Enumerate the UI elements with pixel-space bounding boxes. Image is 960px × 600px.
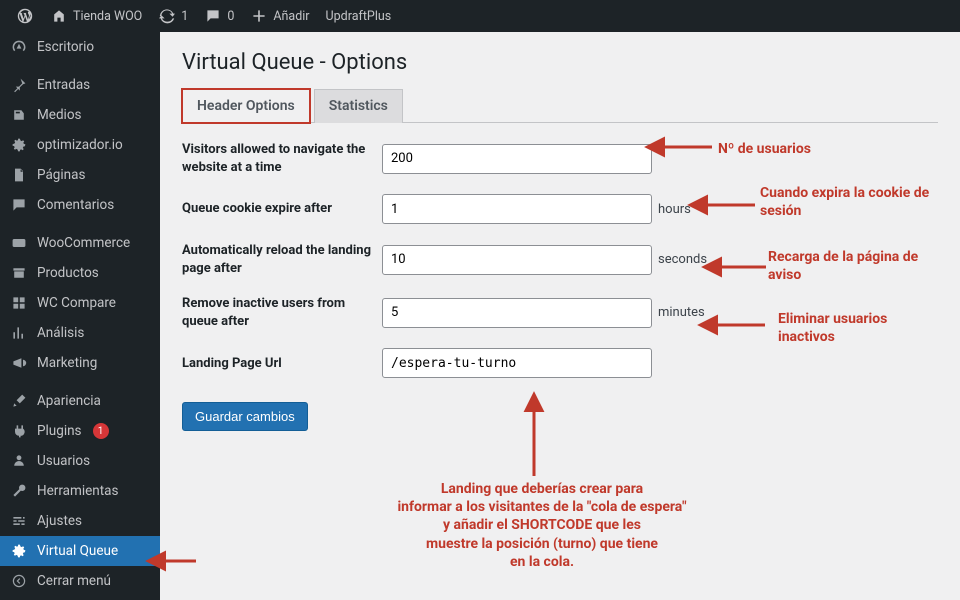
adminbar: Tienda WOO 1 0 Añadir UpdraftPlus (0, 0, 960, 32)
add-label: Añadir (273, 9, 309, 24)
sidebar-item-label: Medios (37, 107, 82, 123)
sidebar-item-label: WC Compare (37, 295, 116, 311)
sidebar-item-label: optimizador.io (37, 137, 123, 153)
sidebar-item-label: Páginas (37, 167, 85, 183)
sidebar-item-label: Plugins (37, 423, 82, 439)
unit-reload: seconds (658, 252, 707, 267)
page-icon (10, 166, 28, 184)
label-inactive: Remove inactive users from queue after (182, 295, 382, 330)
gear-icon (10, 542, 28, 560)
page-title: Virtual Queue - Options (182, 50, 938, 75)
nav-tabs: Header Options Statistics (182, 89, 938, 123)
sidebar-item-label: Apariencia (37, 393, 101, 409)
wrench-icon (10, 482, 28, 500)
plus-icon (250, 7, 268, 25)
admin-sidebar: Escritorio Entradas Medios optimizador.i… (0, 32, 160, 600)
sidebar-item-users[interactable]: Usuarios (0, 446, 160, 476)
sidebar-item-analytics[interactable]: Análisis (0, 318, 160, 348)
input-cookie[interactable] (382, 194, 652, 224)
pin-icon (10, 76, 28, 94)
sidebar-item-wc-compare[interactable]: WC Compare (0, 288, 160, 318)
grid-icon (10, 294, 28, 312)
row-inactive: Remove inactive users from queue after m… (182, 295, 938, 330)
sidebar-item-label: WooCommerce (37, 235, 130, 251)
updraft-link[interactable]: UpdraftPlus (318, 0, 400, 32)
comment-icon (204, 7, 222, 25)
label-landing: Landing Page Url (182, 355, 382, 373)
input-inactive[interactable] (382, 298, 652, 328)
sidebar-item-label: Usuarios (37, 453, 90, 469)
comments-link[interactable]: 0 (196, 0, 242, 32)
tab-header-options[interactable]: Header Options (182, 89, 310, 123)
wp-logo[interactable] (8, 0, 42, 32)
sidebar-item-marketing[interactable]: Marketing (0, 348, 160, 378)
tab-statistics[interactable]: Statistics (314, 89, 403, 123)
sidebar-item-collapse[interactable]: Cerrar menú (0, 566, 160, 596)
collapse-icon (10, 572, 28, 590)
media-icon (10, 106, 28, 124)
sidebar-item-comments[interactable]: Comentarios (0, 190, 160, 220)
unit-inactive: minutes (658, 305, 705, 320)
sidebar-item-woocommerce[interactable]: WooCommerce (0, 228, 160, 258)
updates-link[interactable]: 1 (150, 0, 196, 32)
sidebar-item-label: Escritorio (37, 39, 94, 55)
save-button[interactable]: Guardar cambios (182, 402, 308, 431)
archive-icon (10, 264, 28, 282)
plugin-badge: 1 (93, 423, 109, 439)
unit-cookie: hours (658, 202, 691, 217)
megaphone-icon (10, 354, 28, 372)
sidebar-item-label: Productos (37, 265, 99, 281)
label-cookie: Queue cookie expire after (182, 200, 382, 218)
sidebar-item-label: Comentarios (37, 197, 114, 213)
site-link[interactable]: Tienda WOO (42, 0, 150, 32)
wordpress-icon (16, 7, 34, 25)
update-icon (158, 7, 176, 25)
sidebar-item-label: Ajustes (37, 513, 82, 529)
updraft-label: UpdraftPlus (326, 9, 392, 24)
sidebar-item-label: Entradas (37, 77, 90, 93)
row-landing: Landing Page Url (182, 348, 938, 378)
row-visitors: Visitors allowed to navigate the website… (182, 141, 938, 176)
users-icon (10, 452, 28, 470)
sidebar-item-posts[interactable]: Entradas (0, 70, 160, 100)
sidebar-item-media[interactable]: Medios (0, 100, 160, 130)
sidebar-item-settings[interactable]: Ajustes (0, 506, 160, 536)
sidebar-item-label: Herramientas (37, 483, 118, 499)
sidebar-item-tools[interactable]: Herramientas (0, 476, 160, 506)
gear-icon (10, 136, 28, 154)
sidebar-item-label: Marketing (37, 355, 97, 371)
input-landing[interactable] (382, 348, 652, 378)
plug-icon (10, 422, 28, 440)
row-cookie: Queue cookie expire after hours (182, 194, 938, 224)
chart-icon (10, 324, 28, 342)
sidebar-item-plugins[interactable]: Plugins 1 (0, 416, 160, 446)
dashboard-icon (10, 38, 28, 56)
label-visitors: Visitors allowed to navigate the website… (182, 141, 382, 176)
home-icon (50, 7, 68, 25)
sidebar-item-products[interactable]: Productos (0, 258, 160, 288)
row-reload: Automatically reload the landing page af… (182, 242, 938, 277)
updates-count: 1 (181, 9, 188, 24)
sliders-icon (10, 512, 28, 530)
comment-icon (10, 196, 28, 214)
sidebar-item-virtual-queue[interactable]: Virtual Queue (0, 536, 160, 566)
sidebar-item-dashboard[interactable]: Escritorio (0, 32, 160, 62)
label-reload: Automatically reload the landing page af… (182, 242, 382, 277)
main-content: Virtual Queue - Options Header Options S… (160, 32, 960, 600)
sidebar-item-label: Virtual Queue (37, 543, 118, 559)
sidebar-item-appearance[interactable]: Apariencia (0, 386, 160, 416)
input-reload[interactable] (382, 245, 652, 275)
new-content-link[interactable]: Añadir (242, 0, 317, 32)
sidebar-item-pages[interactable]: Páginas (0, 160, 160, 190)
input-visitors[interactable] (382, 144, 652, 174)
brush-icon (10, 392, 28, 410)
sidebar-item-label: Análisis (37, 325, 84, 341)
comments-count: 0 (227, 9, 234, 24)
site-name-label: Tienda WOO (73, 9, 142, 24)
sidebar-item-label: Cerrar menú (37, 573, 111, 589)
sidebar-item-optimizador[interactable]: optimizador.io (0, 130, 160, 160)
woo-icon (10, 234, 28, 252)
